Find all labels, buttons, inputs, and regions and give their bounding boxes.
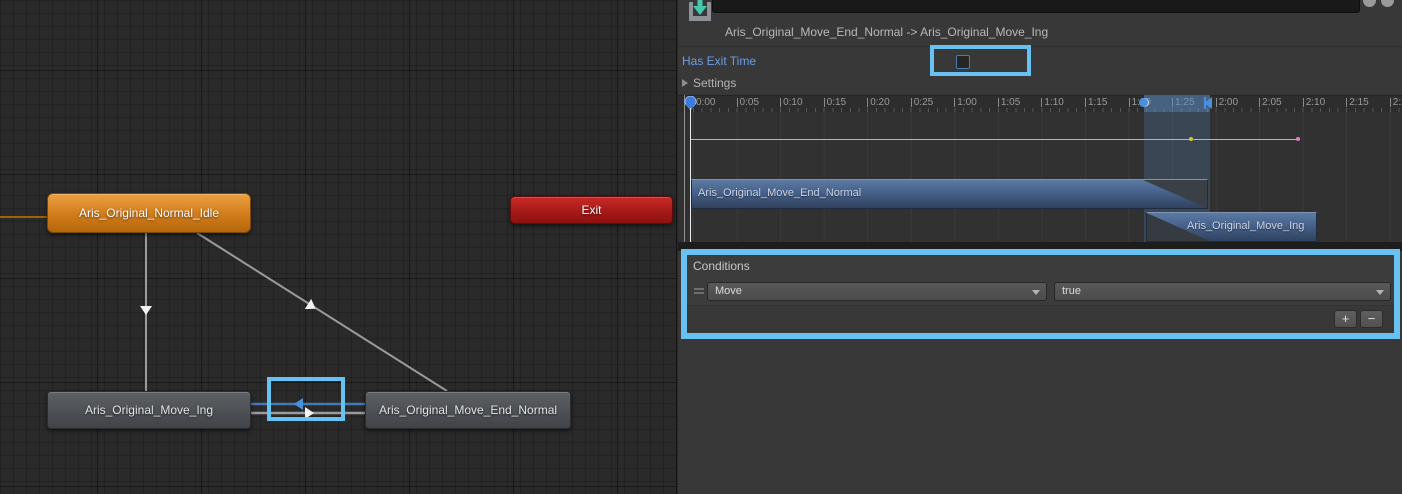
keyframe-dot-yellow[interactable] [1189,137,1193,141]
transition-name-field[interactable] [712,0,1360,13]
inspector-header: Aris_Original_Move_End_Normal -> Aris_Or… [678,0,1402,47]
transition-inspector: Aris_Original_Move_End_Normal -> Aris_Or… [678,0,1402,494]
blend-out-triangle [1143,180,1207,208]
annotation-box-has-exit-time [930,45,1031,76]
foldout-triangle-icon [682,79,688,87]
transition-title: Aris_Original_Move_End_Normal -> Aris_Or… [725,25,1048,39]
timeline-bar-to-state[interactable]: Aris_Original_Move_Ing [1146,212,1317,242]
state-node-exit[interactable]: Exit [510,196,673,224]
state-node-move-end-normal[interactable]: Aris_Original_Move_End_Normal [365,391,571,429]
state-node-label: Aris_Original_Normal_Idle [79,206,219,220]
transition-end-marker-icon[interactable] [1204,97,1212,109]
ruler-tick: 1:10 [1044,97,1063,108]
has-exit-time-label: Has Exit Time [682,54,756,68]
ruler-tick: 2:05 [1262,97,1281,108]
ruler-tick: 1:05 [1001,97,1020,108]
ruler-tick: 2:20 [1393,97,1402,108]
transition-end-handle[interactable] [1296,137,1300,141]
bar-label: Aris_Original_Move_Ing [1187,220,1304,232]
playhead-pin-icon[interactable] [684,96,698,112]
timeline-bar-from-state[interactable]: Aris_Original_Move_End_Normal [691,179,1208,209]
transition-duration-line[interactable] [691,139,1298,140]
annotation-box-conditions [681,249,1400,339]
gear-icon[interactable] [1381,0,1394,7]
transition-icon [687,0,713,24]
settings-foldout[interactable]: Settings [682,76,736,90]
timeline-ruler[interactable]: 0:00 0:05 0:10 0:15 0:20 0:25 1:00 1:05 1:10 1:15… [678,95,1402,112]
arrow-diagonal-icon [305,299,319,314]
annotation-box-selected-transition [267,377,345,421]
ruler-tick: 0:15 [827,97,846,108]
ruler-tick: 2:15 [1349,97,1368,108]
state-node-label: Aris_Original_Move_End_Normal [379,403,557,417]
ruler-tick: 2:00 [1219,97,1238,108]
help-icon[interactable] [1363,0,1376,7]
state-node-move-ing[interactable]: Aris_Original_Move_Ing [47,391,251,429]
bar-label: Aris_Original_Move_End_Normal [698,187,861,199]
settings-label: Settings [693,76,736,90]
ruler-tick: 0:20 [870,97,889,108]
transition-idle-to-moveend[interactable] [197,233,447,391]
timeline-left-edge [684,95,685,242]
transition-start-marker-icon[interactable] [1139,98,1148,107]
ruler-tick: 1:00 [957,97,976,108]
animator-window: Aris_Original_Normal_Idle Exit Aris_Orig… [0,0,1402,494]
ruler-tick: 0:00 [696,97,715,108]
transition-region-ruler-highlight [1144,95,1210,112]
ruler-tick: 0:25 [914,97,933,108]
playhead-line [690,108,691,242]
ruler-tick: 0:05 [740,97,759,108]
state-node-label: Aris_Original_Move_Ing [85,403,213,417]
state-node-label: Exit [581,203,601,217]
state-node-idle[interactable]: Aris_Original_Normal_Idle [47,193,251,233]
arrow-down-icon [140,306,152,315]
state-machine-graph[interactable]: Aris_Original_Normal_Idle Exit Aris_Orig… [0,0,677,494]
ruler-tick: 0:10 [783,97,802,108]
ruler-tick: 1:15 [1088,97,1107,108]
ruler-tick: 2:10 [1306,97,1325,108]
